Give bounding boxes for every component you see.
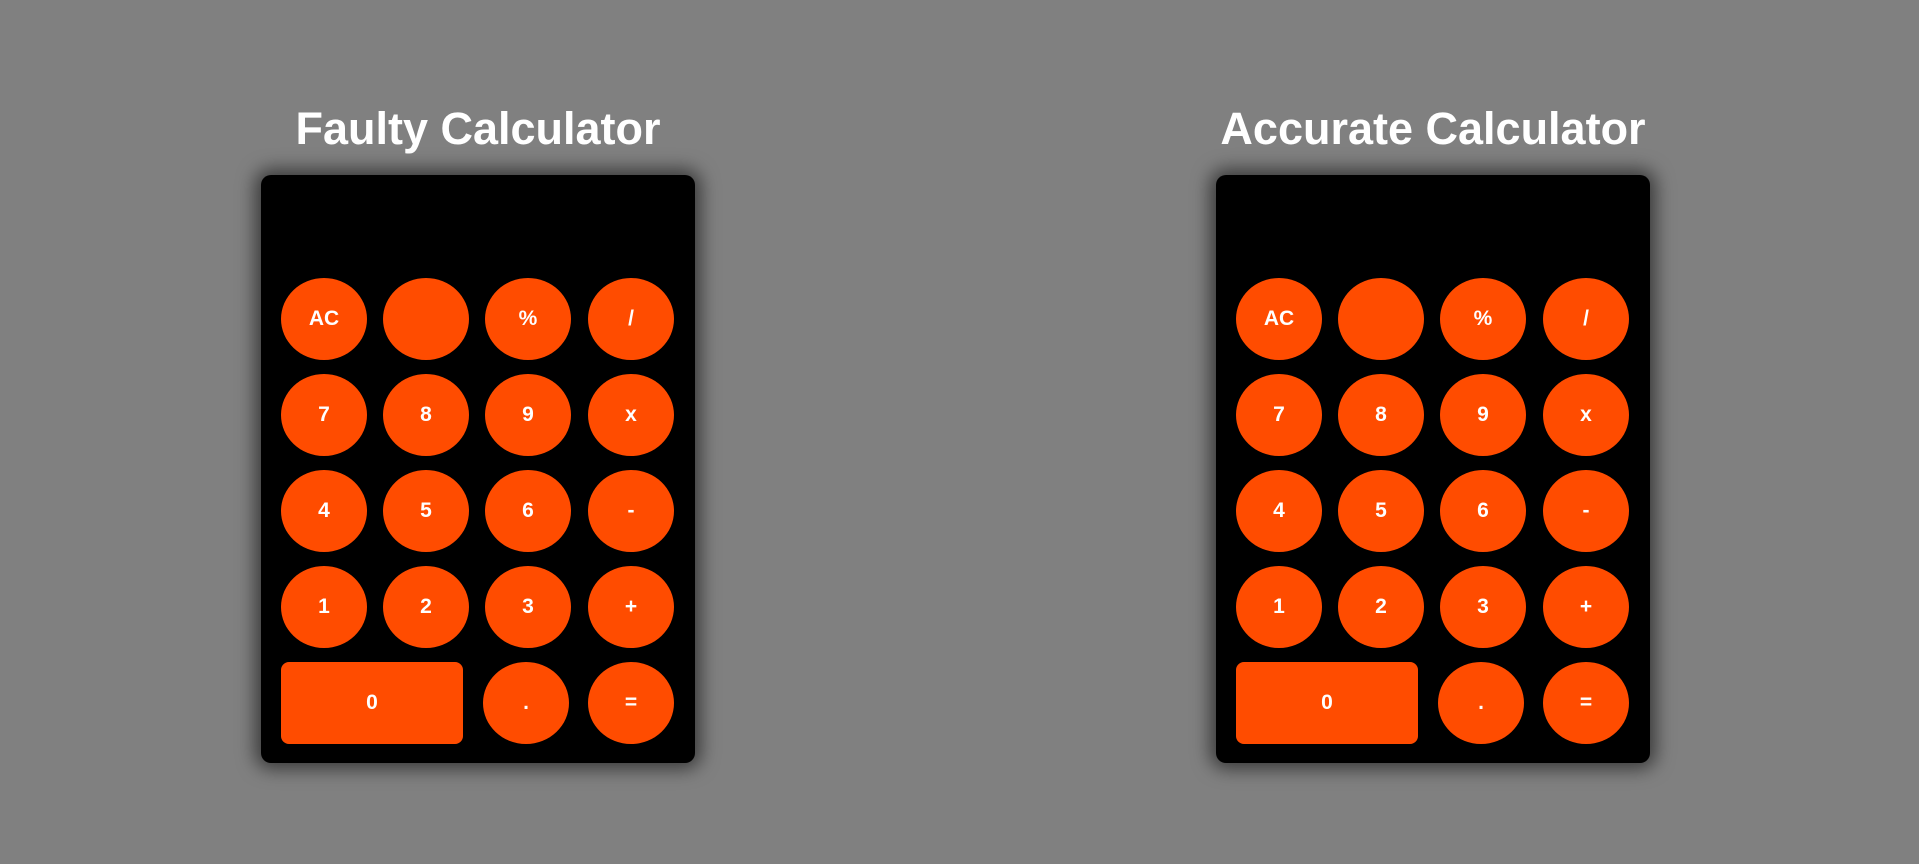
accurate-key-5[interactable]: 5 [1338, 470, 1424, 552]
faulty-key-divide[interactable]: / [588, 278, 674, 360]
accurate-key-subtract[interactable]: - [1543, 470, 1629, 552]
accurate-key-7[interactable]: 7 [1236, 374, 1322, 456]
accurate-key-multiply[interactable]: x [1543, 374, 1629, 456]
accurate-calculator-display [1236, 189, 1630, 259]
faulty-key-5[interactable]: 5 [383, 470, 469, 552]
accurate-key-ac[interactable]: AC [1236, 278, 1322, 360]
accurate-key-0[interactable]: 0 [1236, 662, 1418, 744]
accurate-key-6[interactable]: 6 [1440, 470, 1526, 552]
accurate-key-2[interactable]: 2 [1338, 566, 1424, 648]
faulty-key-blank[interactable] [383, 278, 469, 360]
accurate-key-percent[interactable]: % [1440, 278, 1526, 360]
accurate-key-add[interactable]: + [1543, 566, 1629, 648]
faulty-key-6[interactable]: 6 [485, 470, 571, 552]
faulty-key-7[interactable]: 7 [281, 374, 367, 456]
accurate-key-9[interactable]: 9 [1440, 374, 1526, 456]
accurate-key-1[interactable]: 1 [1236, 566, 1322, 648]
faulty-key-add[interactable]: + [588, 566, 674, 648]
accurate-calculator-title: Accurate Calculator [1220, 103, 1646, 154]
faulty-calculator-title: Faulty Calculator [295, 103, 661, 154]
accurate-key-blank[interactable] [1338, 278, 1424, 360]
faulty-key-0[interactable]: 0 [281, 662, 463, 744]
accurate-key-divide[interactable]: / [1543, 278, 1629, 360]
faulty-key-ac[interactable]: AC [281, 278, 367, 360]
faulty-key-8[interactable]: 8 [383, 374, 469, 456]
accurate-key-4[interactable]: 4 [1236, 470, 1322, 552]
accurate-key-decimal[interactable]: . [1438, 662, 1524, 744]
faulty-key-2[interactable]: 2 [383, 566, 469, 648]
faulty-key-1[interactable]: 1 [281, 566, 367, 648]
faulty-key-4[interactable]: 4 [281, 470, 367, 552]
faulty-key-equals[interactable]: = [588, 662, 674, 744]
accurate-key-equals[interactable]: = [1543, 662, 1629, 744]
accurate-key-8[interactable]: 8 [1338, 374, 1424, 456]
faulty-key-3[interactable]: 3 [485, 566, 571, 648]
faulty-key-decimal[interactable]: . [483, 662, 569, 744]
faulty-calculator-display [281, 189, 675, 259]
faulty-key-subtract[interactable]: - [588, 470, 674, 552]
faulty-key-multiply[interactable]: x [588, 374, 674, 456]
faulty-key-9[interactable]: 9 [485, 374, 571, 456]
faulty-calculator-body: AC % / 7 8 9 x 4 5 6 - 1 2 3 + 0 . = [261, 175, 695, 763]
accurate-key-3[interactable]: 3 [1440, 566, 1526, 648]
faulty-key-percent[interactable]: % [485, 278, 571, 360]
accurate-calculator-body: AC % / 7 8 9 x 4 5 6 - 1 2 3 + 0 . = [1216, 175, 1650, 763]
